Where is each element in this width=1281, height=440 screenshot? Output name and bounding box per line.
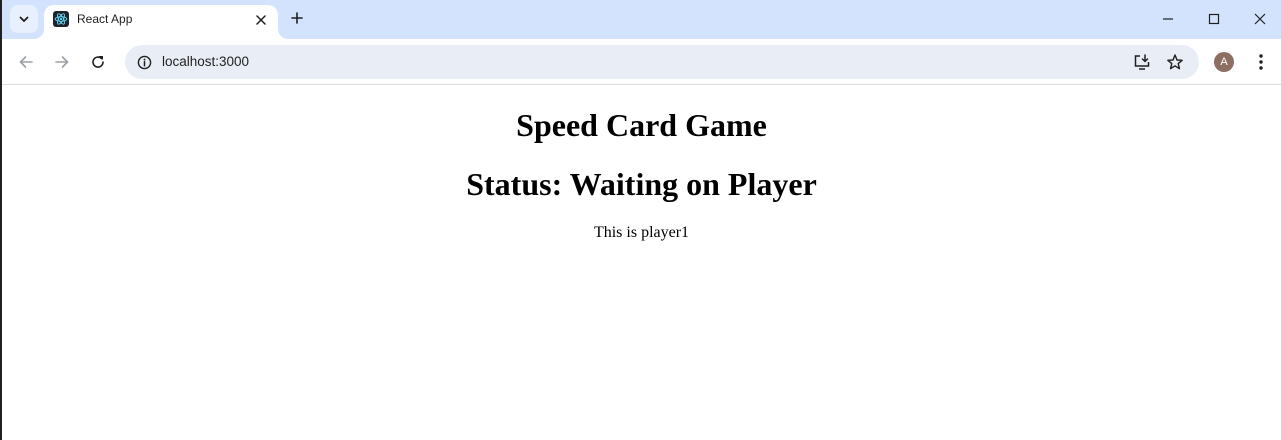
tab-close-button[interactable] [252,11,270,29]
close-icon [1254,13,1266,25]
tab-strip: React App [2,0,1281,39]
browser-toolbar: localhost:3000 A [2,39,1281,85]
game-status: Status: Waiting on Player [466,166,817,202]
install-app-icon [1134,54,1150,70]
reload-button[interactable] [84,48,112,76]
info-icon [137,55,151,69]
browser-window: React App localhost:3000 A Speed Card Ga… [0,0,1281,440]
minimize-button[interactable] [1145,0,1191,38]
maximize-icon [1208,13,1220,25]
plus-icon [291,12,303,24]
reload-icon [92,56,104,68]
new-tab-button[interactable] [286,7,308,29]
star-icon [1167,54,1183,70]
page-content: Speed Card Game Status: Waiting on Playe… [2,85,1281,440]
minimize-icon [1163,18,1173,20]
forward-button[interactable] [48,48,76,76]
address-bar[interactable]: localhost:3000 [125,45,1199,79]
chevron-down-icon [19,16,29,22]
arrow-left-icon [19,56,33,68]
arrow-right-icon [55,56,69,68]
tab-title: React App [77,12,133,26]
close-icon [256,15,266,25]
profile-avatar[interactable]: A [1214,52,1234,72]
url-text[interactable]: localhost:3000 [162,54,249,69]
install-app-button[interactable] [1131,51,1153,73]
bookmark-button[interactable] [1164,51,1186,73]
site-info-button[interactable] [133,51,155,73]
player-label: This is player1 [593,224,690,241]
back-button[interactable] [12,48,40,76]
page-title: Speed Card Game [516,107,767,143]
browser-menu-button[interactable] [1250,50,1272,74]
maximize-button[interactable] [1191,0,1237,38]
react-logo-icon [53,11,69,27]
close-window-button[interactable] [1237,0,1281,38]
more-vert-icon [1259,54,1263,70]
tab-react-app[interactable]: React App [44,5,278,39]
